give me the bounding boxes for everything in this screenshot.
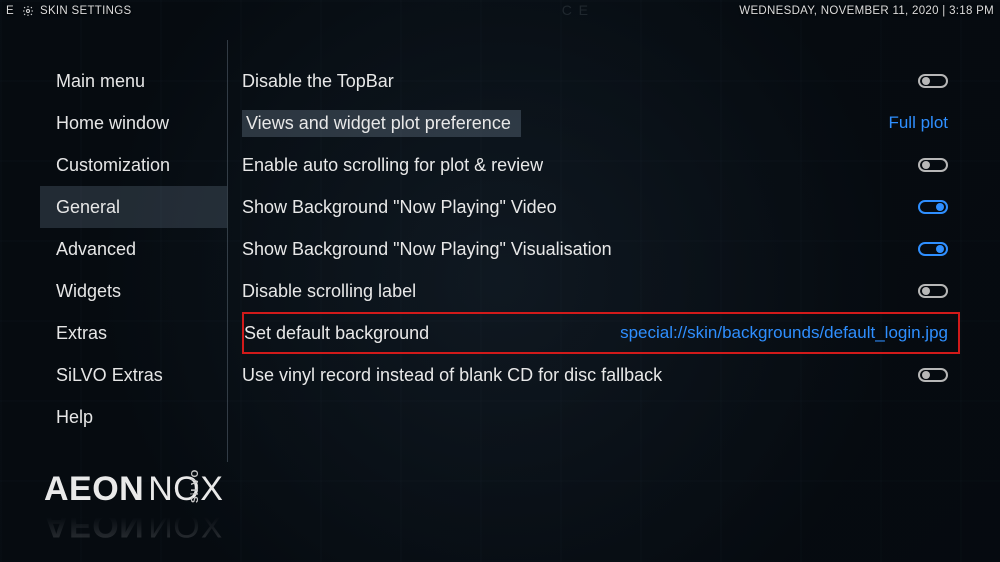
sidebar-item-label: Customization xyxy=(56,155,170,176)
toggle-switch[interactable] xyxy=(918,284,948,298)
sidebar-item-label: Advanced xyxy=(56,239,136,260)
setting-row-3[interactable]: Show Background "Now Playing" Video xyxy=(242,186,960,228)
setting-value: special://skin/backgrounds/default_login… xyxy=(620,323,948,343)
setting-value: Full plot xyxy=(888,113,948,133)
setting-row-0[interactable]: Disable the TopBar xyxy=(242,60,960,102)
sidebar-item-main-menu[interactable]: Main menu xyxy=(40,60,227,102)
sidebar: Main menu Home window Customization General… xyxy=(40,40,228,462)
setting-row-6[interactable]: Set default background special://skin/bac… xyxy=(242,312,960,354)
setting-label: Disable the TopBar xyxy=(242,71,394,92)
setting-row-7[interactable]: Use vinyl record instead of blank CD for… xyxy=(242,354,960,396)
setting-label: Show Background "Now Playing" Visualisat… xyxy=(242,239,612,260)
setting-row-2[interactable]: Enable auto scrolling for plot & review xyxy=(242,144,960,186)
sidebar-item-label: Home window xyxy=(56,113,169,134)
sidebar-item-extras[interactable]: Extras xyxy=(40,312,227,354)
setting-label: Set default background xyxy=(244,323,429,344)
setting-label: Show Background "Now Playing" Video xyxy=(242,197,557,218)
topbar-title: SKIN SETTINGS xyxy=(40,5,131,17)
toggle-switch[interactable] xyxy=(918,200,948,214)
sidebar-item-label: Main menu xyxy=(56,71,145,92)
gear-icon xyxy=(22,5,34,17)
sidebar-item-label: Widgets xyxy=(56,281,121,302)
sidebar-item-label: Extras xyxy=(56,323,107,344)
setting-label: Disable scrolling label xyxy=(242,281,416,302)
sidebar-item-help[interactable]: Help xyxy=(40,396,227,438)
sidebar-item-general[interactable]: General xyxy=(40,186,227,228)
setting-label: Use vinyl record instead of blank CD for… xyxy=(242,365,662,386)
toggle-switch[interactable] xyxy=(918,242,948,256)
topbar: E SKIN SETTINGS WEDNESDAY, NOVEMBER 11, … xyxy=(0,0,1000,22)
settings-panel: Disable the TopBar Views and widget plot … xyxy=(228,40,960,462)
topbar-datetime: WEDNESDAY, NOVEMBER 11, 2020 | 3:18 PM xyxy=(739,5,994,17)
toggle-switch[interactable] xyxy=(918,368,948,382)
sidebar-item-widgets[interactable]: Widgets xyxy=(40,270,227,312)
sidebar-item-label: SiLVO Extras xyxy=(56,365,163,386)
brand-logo: AEON NOX SiLVO AEONNOX xyxy=(44,470,223,544)
toggle-switch[interactable] xyxy=(918,74,948,88)
sidebar-item-home-window[interactable]: Home window xyxy=(40,102,227,144)
brand-word-1: AEON xyxy=(44,470,144,509)
setting-row-1[interactable]: Views and widget plot preference Full plo… xyxy=(242,102,960,144)
sidebar-item-customization[interactable]: Customization xyxy=(40,144,227,186)
brand-word-2: NOX xyxy=(148,470,223,509)
sidebar-item-label: General xyxy=(56,197,120,218)
sidebar-item-silvo-extras[interactable]: SiLVO Extras xyxy=(40,354,227,396)
topbar-prefix: E xyxy=(6,5,14,17)
setting-row-4[interactable]: Show Background "Now Playing" Visualisat… xyxy=(242,228,960,270)
setting-label: Enable auto scrolling for plot & review xyxy=(242,155,543,176)
setting-label: Views and widget plot preference xyxy=(242,110,521,137)
sidebar-item-label: Help xyxy=(56,407,93,428)
sidebar-item-advanced[interactable]: Advanced xyxy=(40,228,227,270)
toggle-switch[interactable] xyxy=(918,158,948,172)
brand-sub: SiLVO xyxy=(190,469,201,503)
setting-row-5[interactable]: Disable scrolling label xyxy=(242,270,960,312)
